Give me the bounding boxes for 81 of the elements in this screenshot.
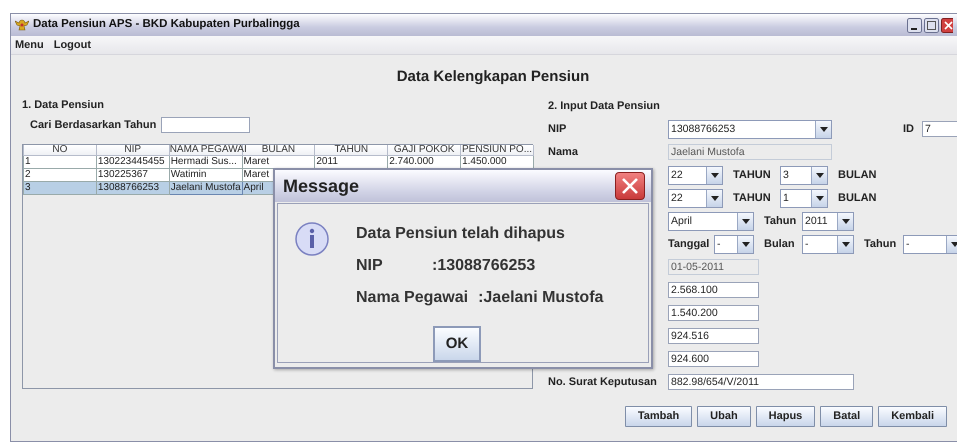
date-dropdown[interactable]: - [903,234,957,254]
table-cell: Hermadi Sus... [169,156,242,168]
column-header[interactable]: TAHUN [314,144,388,156]
action-button[interactable]: Ubah [697,406,751,426]
table-cell: 130223445455 [96,156,170,168]
year-dropdown[interactable]: 22 [668,166,723,184]
month-dropdown[interactable]: 3 [780,166,828,184]
field-label: Tahun [764,214,798,229]
detail-label: Nama Pegawai [356,288,468,308]
caret-icon [816,172,824,178]
field-label: Nama [548,146,578,158]
maximize-icon [924,18,939,32]
detail-value: :13088766253 [432,256,536,276]
detail-label: NIP [356,256,384,276]
close-icon [941,18,953,32]
search-field[interactable] [161,117,250,134]
decree-number-field[interactable]: 882.98/654/V/2011 [668,374,854,390]
unit-label: BULAN [838,190,876,206]
page-heading: Data Kelengkapan Pensiun [396,67,590,87]
caret-icon [816,196,824,200]
caret-icon [742,242,750,246]
year-dropdown[interactable]: 22 [668,188,723,208]
minimize-icon [907,18,922,32]
caret-icon [820,126,828,132]
caret-icon [842,218,850,224]
column-header[interactable]: GAJI POKOK [388,144,461,156]
table-cell: 130225367 [96,168,170,182]
action-button[interactable]: Kembali [878,406,947,426]
ok-button[interactable]: OK [433,326,481,362]
text-field[interactable]: 924.516 [668,328,759,344]
caret-icon [950,242,957,246]
action-button[interactable]: Tambah [624,406,692,426]
close-button[interactable] [615,172,645,200]
search-label: Cari Berdasarkan Tahun [30,118,156,133]
table-cell: 2.740.000 [388,156,461,168]
action-button[interactable]: Hapus [756,406,816,426]
unit-label: TAHUN [733,168,772,183]
emblem-icon [15,19,29,31]
menu-item[interactable]: Menu [15,36,44,54]
text-field[interactable]: 2.568.100 [668,282,759,298]
nip-dropdown[interactable]: 13088766253 [668,120,832,138]
unit-label: BULAN [838,168,876,183]
field-label: NIP [548,122,566,135]
date-dropdown[interactable]: - [714,234,754,254]
section-title: 1. Data Pensiun [22,98,105,112]
field-label: Tanggal [668,236,710,252]
table-cell: 13088766253 [96,182,170,194]
table-cell: 1 [24,156,96,168]
caret-icon [710,172,718,178]
column-header[interactable]: NO [24,144,96,156]
field-label: Tahun [864,236,898,252]
table-cell: Jaelani Mustofa [169,182,242,194]
window-title: Data Pensiun APS - BKD Kabupaten Purbalingga [33,17,300,32]
year-dropdown[interactable]: 2011 [802,212,854,230]
date-dropdown[interactable]: - [802,234,854,254]
month-dropdown[interactable]: 1 [780,188,828,208]
id-field[interactable]: 7 [922,121,957,137]
table-cell: Maret [242,156,315,168]
menu-item[interactable]: Logout [54,36,91,54]
month-dropdown[interactable]: April [668,212,754,230]
table-cell: 3 [24,182,96,194]
field-label: ID [903,122,914,137]
text-field[interactable]: 1.540.200 [668,305,759,321]
section-title: 2. Input Data Pensiun [548,98,660,114]
caret-icon [842,242,850,246]
table-cell: 2011 [314,156,388,168]
caret-icon [742,218,750,224]
table-cell: 1.450.000 [460,156,534,168]
field-label: No. Surat Keputusan [548,376,657,388]
table-cell: 2 [24,168,96,182]
column-header[interactable]: PENSIUN PO... [460,144,534,156]
detail-value: :Jaelani Mustofa [478,288,604,308]
dialog-message: Data Pensiun telah dihapus [356,224,566,244]
field-label: Bulan [764,236,796,252]
action-button[interactable]: Batal [820,406,874,426]
unit-label: TAHUN [733,190,772,206]
table-cell: Watimin [169,168,242,182]
close-icon [621,177,639,195]
column-header[interactable]: NIP [96,144,170,156]
caret-icon [710,196,718,200]
text-field[interactable]: 924.600 [668,351,759,367]
